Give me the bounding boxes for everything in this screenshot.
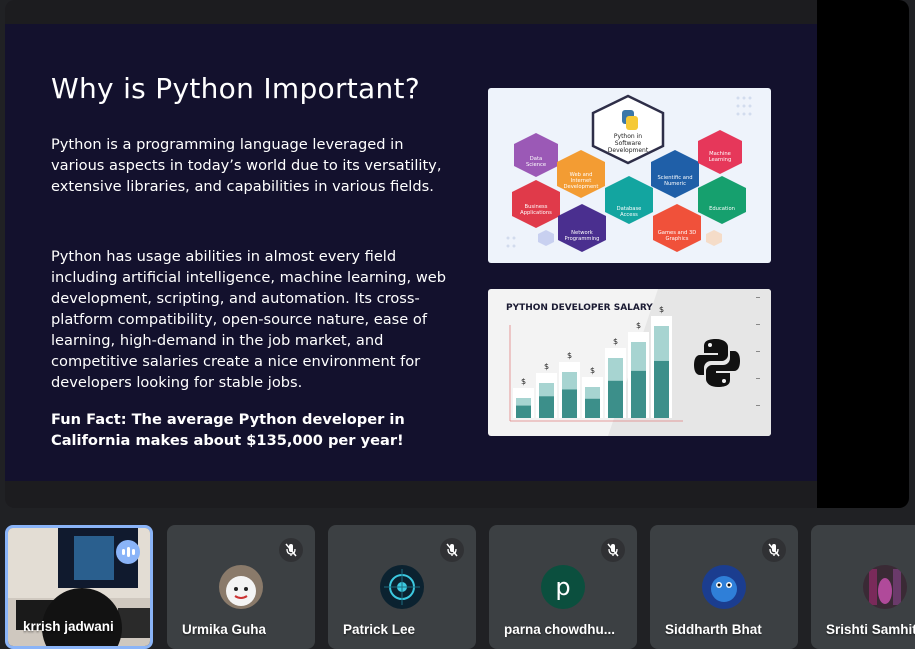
salary-chart-svg: PYTHON DEVELOPER SALARY $ $ $ $ $ $ $ (506, 289, 771, 436)
svg-text:Education: Education (709, 206, 735, 212)
salary-bar-fill (585, 398, 600, 418)
participant-name: Siddharth Bhat (665, 622, 762, 637)
salary-bar-fill (562, 389, 577, 418)
participant-tile[interactable]: Patrick Lee (328, 525, 476, 649)
hex-education (698, 176, 746, 224)
svg-text:Numeric: Numeric (664, 181, 686, 187)
hex-scientific (651, 150, 699, 198)
salary-bar-fill (516, 405, 531, 418)
participant-strip: krrish jadwani Urmika Guha Patrick Lee p… (0, 525, 915, 649)
svg-text:Graphics: Graphics (666, 236, 689, 242)
participant-tile[interactable]: Srishti Samhita (811, 525, 915, 649)
avatar (380, 565, 424, 609)
svg-text:Science: Science (526, 162, 546, 168)
slide: Why is Python Important? Python is a pro… (5, 24, 817, 481)
svg-text:Access: Access (620, 212, 638, 218)
hex-diagram-svg: Python in Software Development DataScien… (506, 94, 752, 252)
participant-name: Patrick Lee (343, 622, 416, 637)
participant-name: parna chowdhu... (504, 622, 616, 637)
avatar (702, 565, 746, 609)
participant-tile[interactable]: krrish jadwani (5, 525, 153, 649)
avatar (863, 565, 907, 609)
svg-text:Development: Development (564, 184, 599, 190)
svg-text:Software: Software (615, 140, 642, 147)
speaking-indicator-icon (116, 540, 140, 564)
stage-side-area (817, 0, 909, 508)
hex-data-science (514, 133, 558, 177)
mic-off-icon[interactable] (601, 538, 625, 562)
slide-title: Why is Python Important? (51, 72, 420, 105)
salary-bar-label: $ (521, 377, 526, 386)
participant-tile[interactable]: p parna chowdhu... (489, 525, 637, 649)
participant-name: krrish jadwani (23, 619, 114, 634)
salary-bar-label: $ (544, 362, 549, 371)
mic-off-icon[interactable] (440, 538, 464, 562)
slide-paragraph-2: Python has usage abilities in almost eve… (51, 248, 447, 391)
salary-bar-fill (539, 396, 554, 418)
stage-top-bar (5, 0, 817, 24)
avatar: p (541, 565, 585, 609)
salary-bar-label: $ (636, 321, 641, 330)
salary-bar-fill (631, 370, 646, 418)
participant-name: Srishti Samhita (826, 622, 915, 637)
salary-bar-label: $ (567, 351, 572, 360)
presentation-stage: Why is Python Important? Python is a pro… (5, 0, 909, 508)
slide-fun-fact: Fun Fact: The average Python developer i… (51, 411, 405, 449)
salary-bar-fill (654, 360, 669, 418)
salary-bar-fill (608, 380, 623, 418)
mic-off-icon[interactable] (279, 538, 303, 562)
mic-off-icon[interactable] (762, 538, 786, 562)
slide-paragraph-1: Python is a programming language leverag… (51, 136, 442, 195)
python-salary-chart: PYTHON DEVELOPER SALARY $ $ $ $ $ $ $ (488, 289, 771, 436)
svg-text:Applications: Applications (520, 210, 552, 216)
avatar (219, 565, 263, 609)
hex-center-label: Python in (614, 133, 642, 140)
participant-name: Urmika Guha (182, 622, 267, 637)
hex-games (653, 204, 701, 252)
python-uses-hex-diagram: Python in Software Development Data Scien… (488, 88, 771, 263)
salary-bar-label: $ (659, 305, 664, 314)
hex-network (558, 204, 606, 252)
participant-tile[interactable]: Siddharth Bhat (650, 525, 798, 649)
stage-bottom-bar (5, 481, 817, 508)
salary-chart-title: PYTHON DEVELOPER SALARY (506, 303, 653, 313)
svg-text:Development: Development (608, 147, 649, 154)
svg-text:Programming: Programming (565, 236, 600, 242)
svg-text:Learning: Learning (709, 157, 732, 163)
participant-tile[interactable]: Urmika Guha (167, 525, 315, 649)
salary-bar-label: $ (590, 366, 595, 375)
salary-bar-label: $ (613, 337, 618, 346)
